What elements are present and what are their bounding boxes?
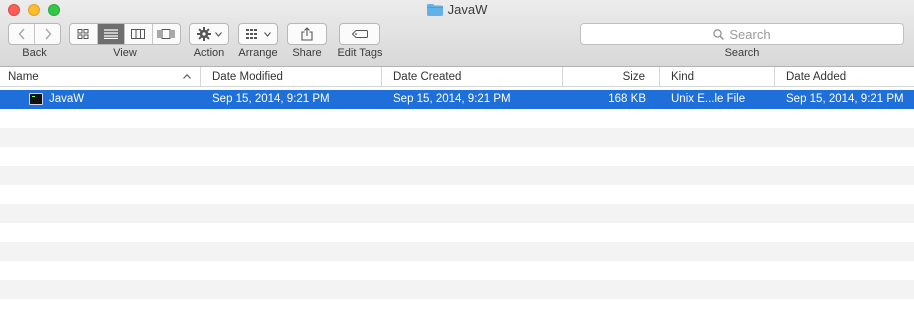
empty-row bbox=[0, 223, 914, 242]
empty-row bbox=[0, 299, 914, 311]
column-header-date-added[interactable]: Date Added bbox=[775, 67, 914, 87]
file-row-javaw[interactable]: JavaW Sep 15, 2014, 9:21 PM Sep 15, 2014… bbox=[0, 90, 914, 109]
back-button[interactable] bbox=[9, 24, 35, 44]
share-icon bbox=[301, 27, 313, 41]
share-label: Share bbox=[292, 47, 322, 59]
file-date-created: Sep 15, 2014, 9:21 PM bbox=[393, 93, 511, 105]
column-header-size[interactable]: Size bbox=[563, 67, 660, 87]
empty-row bbox=[0, 185, 914, 204]
list-view-button[interactable] bbox=[97, 24, 125, 44]
search-placeholder: Search bbox=[729, 26, 771, 42]
chevron-left-icon bbox=[18, 28, 25, 40]
column-header-bar: Name Date Modified Date Created Size Kin… bbox=[0, 67, 914, 87]
chevron-down-icon bbox=[214, 31, 222, 37]
arrange-label: Arrange bbox=[238, 47, 278, 59]
empty-row bbox=[0, 166, 914, 185]
window-title: JavaW bbox=[447, 2, 488, 17]
column-header-date-modified[interactable]: Date Modified bbox=[201, 67, 382, 87]
column-view-button[interactable] bbox=[125, 24, 153, 44]
coverflow-view-icon bbox=[157, 29, 175, 39]
sort-ascending-icon bbox=[183, 74, 191, 79]
file-kind: Unix E...le File bbox=[671, 93, 746, 105]
column-header-date-created[interactable]: Date Created bbox=[382, 67, 563, 87]
icon-view-button[interactable] bbox=[70, 24, 98, 44]
view-control bbox=[69, 23, 181, 45]
action-label: Action bbox=[193, 47, 225, 59]
column-view-icon bbox=[131, 29, 146, 39]
empty-row bbox=[0, 128, 914, 147]
back-forward-control bbox=[8, 23, 61, 45]
back-label: Back bbox=[22, 47, 47, 59]
chevron-right-icon bbox=[44, 28, 51, 40]
executable-icon bbox=[29, 93, 43, 105]
title-bar: JavaW bbox=[0, 2, 914, 20]
chevron-down-icon bbox=[263, 31, 271, 37]
file-date-added: Sep 15, 2014, 9:21 PM bbox=[786, 93, 904, 105]
empty-row bbox=[0, 204, 914, 223]
share-button[interactable] bbox=[287, 23, 327, 45]
empty-row bbox=[0, 242, 914, 261]
arrange-button[interactable] bbox=[238, 23, 278, 45]
column-header-name-label: Name bbox=[8, 71, 39, 83]
file-name: JavaW bbox=[49, 93, 85, 105]
file-size: 168 KB bbox=[608, 93, 646, 105]
search-field[interactable]: Search bbox=[580, 23, 904, 45]
toolbar: JavaW Back View Action Arrange Share Edi… bbox=[0, 0, 914, 67]
column-header-kind[interactable]: Kind bbox=[660, 67, 775, 87]
empty-row bbox=[0, 147, 914, 166]
grid-arrange-icon bbox=[245, 29, 257, 39]
file-date-modified: Sep 15, 2014, 9:21 PM bbox=[212, 93, 330, 105]
coverflow-view-button[interactable] bbox=[153, 24, 180, 44]
gear-icon bbox=[196, 27, 211, 41]
folder-icon bbox=[426, 3, 443, 16]
forward-button[interactable] bbox=[35, 24, 60, 44]
action-button[interactable] bbox=[189, 23, 229, 45]
list-view-icon bbox=[103, 29, 118, 39]
magnifier-icon bbox=[713, 28, 725, 40]
empty-row bbox=[0, 280, 914, 299]
tag-icon bbox=[351, 30, 368, 38]
file-list: JavaW Sep 15, 2014, 9:21 PM Sep 15, 2014… bbox=[0, 90, 914, 311]
empty-row bbox=[0, 109, 914, 128]
icon-view-icon bbox=[77, 29, 89, 39]
search-label: Search bbox=[724, 47, 760, 59]
edit-tags-label: Edit Tags bbox=[337, 47, 383, 59]
view-label: View bbox=[113, 47, 137, 59]
empty-row bbox=[0, 261, 914, 280]
column-header-name[interactable]: Name bbox=[0, 67, 201, 87]
edit-tags-button[interactable] bbox=[339, 23, 380, 45]
